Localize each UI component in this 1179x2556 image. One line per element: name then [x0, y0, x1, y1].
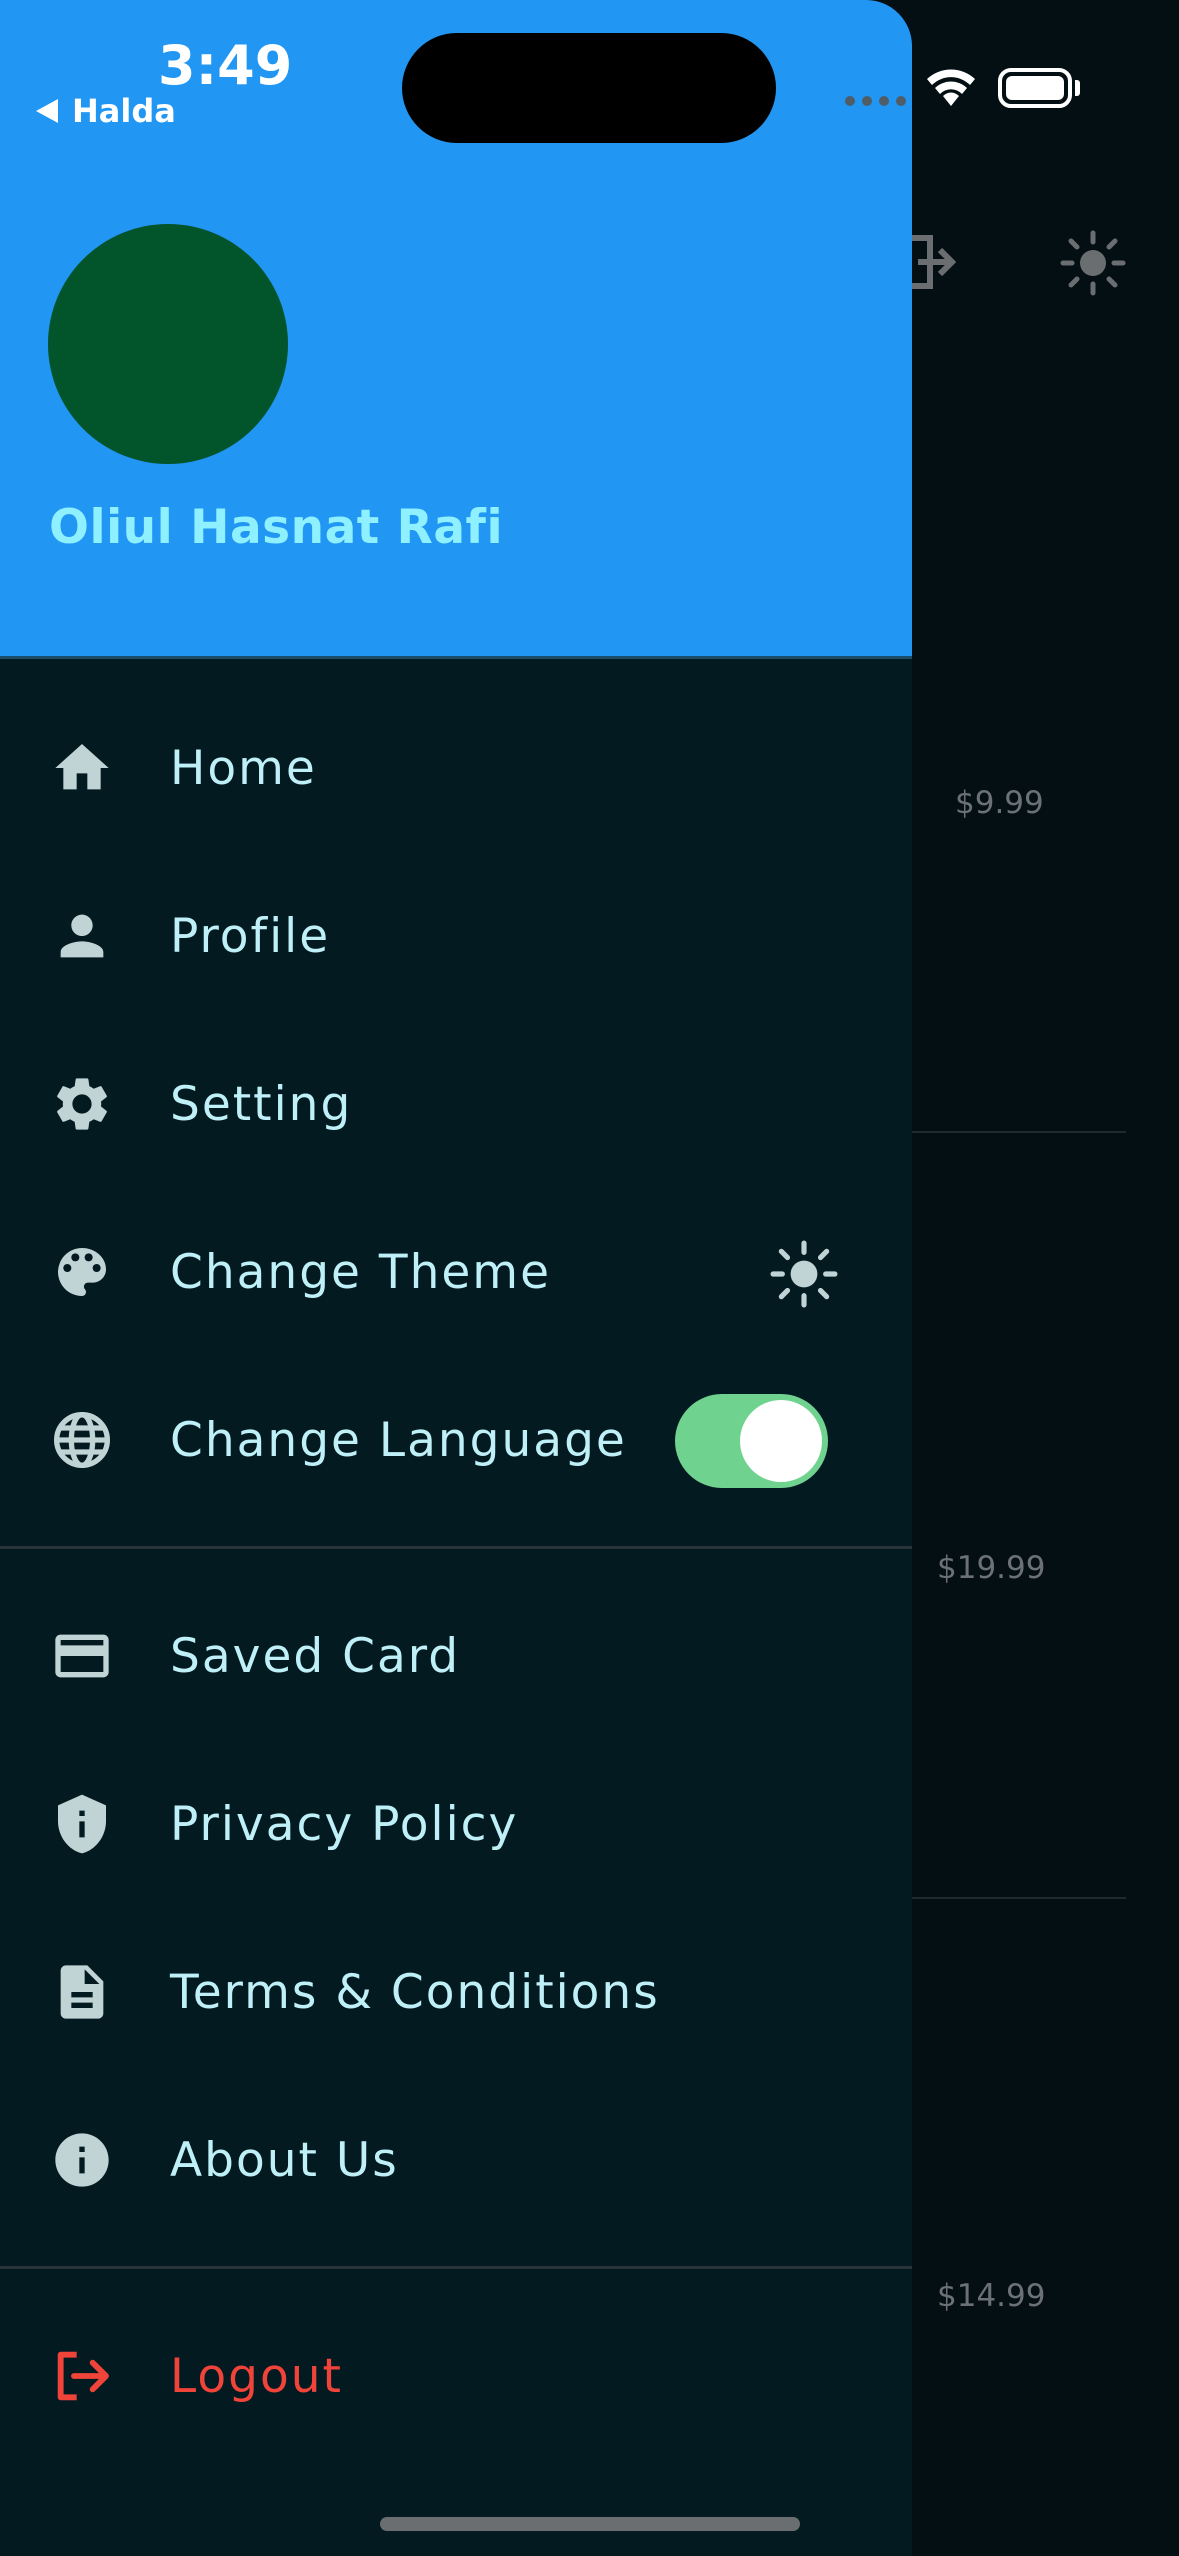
user-name: Oliul Hasnat Rafi [49, 500, 504, 555]
wifi-icon [927, 69, 975, 106]
navigation-drawer: Oliul Hasnat Rafi Home Profile Setting C… [0, 0, 912, 2556]
sun-icon[interactable] [1060, 230, 1126, 296]
menu-item-label: Change Language [170, 1412, 627, 1468]
menu-item-label: Setting [170, 1076, 353, 1132]
gear-icon [57, 1078, 107, 1130]
logout-icon [57, 2351, 109, 2401]
globe-icon [54, 1412, 110, 1468]
battery-tip [1075, 80, 1080, 96]
cellular-signal-icon [845, 96, 906, 106]
divider [910, 1131, 1126, 1133]
avatar[interactable] [48, 224, 288, 464]
section-divider [0, 1546, 912, 1549]
menu-item-label: Saved Card [170, 1628, 461, 1684]
home-indicator[interactable] [380, 2517, 800, 2531]
header-divider [0, 656, 912, 659]
menu-item-label: About Us [170, 2132, 399, 2188]
credit-card-icon [55, 1634, 109, 1678]
menu-item-home[interactable]: Home [0, 688, 912, 848]
logout-label: Logout [170, 2348, 343, 2404]
menu-item-label: Home [170, 740, 317, 796]
logout-arrow-icon[interactable] [912, 232, 956, 292]
back-app-label: Halda [72, 92, 176, 130]
sun-icon[interactable] [770, 1240, 838, 1308]
home-icon [55, 744, 109, 790]
divider [910, 1897, 1126, 1899]
menu-item-terms-conditions[interactable]: Terms & Conditions [0, 1912, 912, 2072]
menu-item-label: Terms & Conditions [170, 1964, 660, 2020]
menu-item-privacy-policy[interactable]: Privacy Policy [0, 1744, 912, 1904]
menu-item-setting[interactable]: Setting [0, 1024, 912, 1184]
menu-item-label: Profile [170, 908, 331, 964]
shield-icon [58, 1794, 106, 1854]
back-to-app-link[interactable]: Halda [36, 92, 176, 130]
language-toggle-switch[interactable] [675, 1394, 828, 1488]
back-arrow-icon [36, 99, 58, 123]
palette-icon [58, 1248, 106, 1296]
product-price: $19.99 [937, 1550, 1046, 1586]
product-price: $14.99 [937, 2278, 1046, 2314]
menu-item-about-us[interactable]: About Us [0, 2080, 912, 2240]
product-price: $9.99 [955, 785, 1044, 821]
info-icon [55, 2133, 109, 2187]
menu-item-logout[interactable]: Logout [0, 2296, 912, 2456]
menu-item-label: Privacy Policy [170, 1796, 519, 1852]
section-divider [0, 2266, 912, 2269]
dynamic-island [402, 33, 776, 143]
document-icon [60, 1965, 104, 2019]
status-time: 3:49 [158, 34, 293, 97]
menu-item-profile[interactable]: Profile [0, 856, 912, 1016]
menu-item-label: Change Theme [170, 1244, 551, 1300]
person-icon [60, 914, 104, 958]
menu-item-saved-card[interactable]: Saved Card [0, 1576, 912, 1736]
switch-knob [740, 1400, 822, 1482]
battery-icon [998, 68, 1072, 108]
